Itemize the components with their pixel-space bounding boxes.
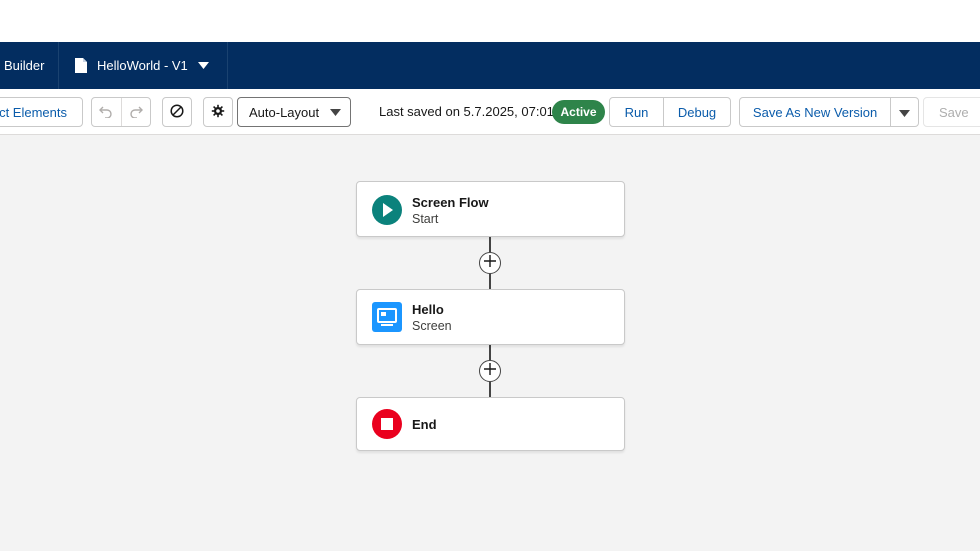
- plus-icon: [484, 254, 496, 272]
- node-title: End: [412, 417, 437, 432]
- run-button[interactable]: Run: [610, 98, 663, 126]
- builder-toolbar: ct Elements Auto-Layout Last saved on 5.…: [0, 89, 980, 135]
- select-elements-button[interactable]: ct Elements: [0, 97, 83, 127]
- gear-icon: [211, 104, 225, 121]
- disable-button[interactable]: [162, 97, 192, 127]
- save-button[interactable]: Save: [923, 97, 980, 127]
- flow-tab-label: HelloWorld - V1: [97, 58, 188, 73]
- play-icon: [372, 195, 402, 225]
- node-title: Hello: [412, 302, 444, 317]
- node-title: Screen Flow: [412, 195, 489, 210]
- layout-select-value: Auto-Layout: [249, 104, 320, 120]
- node-subtitle: Screen: [412, 319, 452, 333]
- connector-line: [489, 274, 491, 289]
- browser-top-area: [0, 0, 980, 42]
- add-element-button[interactable]: [479, 360, 501, 382]
- flow-node-screen[interactable]: Hello Screen: [356, 289, 625, 345]
- save-options-dropdown[interactable]: [890, 98, 918, 126]
- flow-node-end[interactable]: End: [356, 397, 625, 451]
- status-badge: Active: [552, 100, 605, 124]
- node-subtitle: Start: [412, 212, 439, 226]
- screen-icon: [372, 302, 402, 332]
- flow-node-start[interactable]: Screen Flow Start: [356, 181, 625, 237]
- last-saved-text: Last saved on 5.7.2025, 07:01: [379, 104, 554, 119]
- connector-line: [489, 345, 491, 360]
- undo-icon: [99, 104, 113, 121]
- no-entry-icon: [170, 103, 184, 121]
- save-as-new-version-group: Save As New Version: [739, 97, 919, 127]
- redo-button[interactable]: [120, 98, 150, 126]
- debug-button[interactable]: Debug: [663, 98, 730, 126]
- add-element-button[interactable]: [479, 252, 501, 274]
- undo-button[interactable]: [92, 98, 121, 126]
- app-name-label: Builder: [4, 58, 45, 73]
- flow-tab[interactable]: HelloWorld - V1: [59, 42, 228, 89]
- plus-icon: [484, 362, 496, 380]
- app-name[interactable]: Builder: [0, 42, 59, 89]
- app-navigation-bar: Builder HelloWorld - V1: [0, 42, 980, 89]
- save-as-new-version-button[interactable]: Save As New Version: [740, 98, 890, 126]
- undo-redo-group: [91, 97, 151, 127]
- chevron-down-icon[interactable]: [197, 62, 209, 69]
- redo-icon: [129, 104, 143, 121]
- connector-line: [489, 382, 491, 397]
- stop-icon: [372, 409, 402, 439]
- connector-line: [489, 237, 491, 252]
- settings-button[interactable]: [203, 97, 233, 127]
- chevron-down-icon: [330, 109, 341, 116]
- document-icon: [75, 58, 87, 73]
- chevron-down-icon: [899, 105, 911, 120]
- layout-select[interactable]: Auto-Layout: [237, 97, 351, 127]
- run-debug-group: Run Debug: [609, 97, 731, 127]
